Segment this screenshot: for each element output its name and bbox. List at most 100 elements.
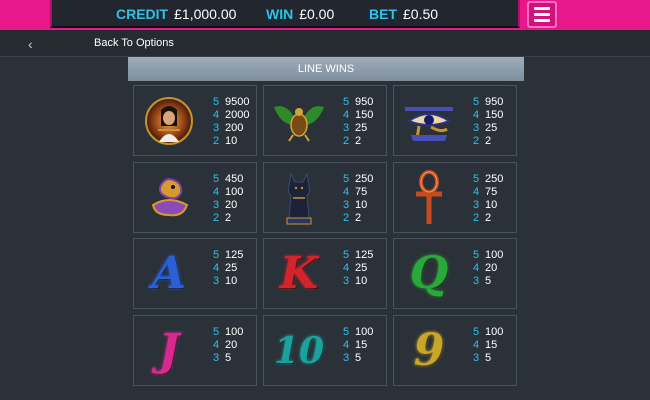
match-count: 4 — [213, 186, 220, 198]
payout-value: 20 — [485, 262, 498, 274]
payout-value: 2 — [355, 135, 362, 147]
payout-value: 100 — [485, 249, 504, 261]
win-display: WIN £0.00 — [266, 6, 334, 22]
payout-list: 5 100 4 20 3 5 — [473, 249, 503, 288]
payout-value: 250 — [355, 173, 374, 185]
payout-value: 950 — [485, 96, 504, 108]
payout-row: 35 — [343, 352, 373, 365]
payout-value: 15 — [485, 339, 498, 351]
payout-row: 5 125 — [343, 249, 373, 262]
match-count: 4 — [473, 109, 480, 121]
match-count: 5 — [473, 249, 480, 261]
match-count: 3 — [213, 122, 220, 134]
symbol-glyph: K — [279, 248, 319, 299]
match-count: 5 — [343, 326, 350, 338]
payout-list: 5 125 4 25 3 10 — [343, 249, 373, 288]
payout-value: 150 — [355, 109, 374, 121]
payout-value: 75 — [485, 186, 498, 198]
payout-value: 450 — [225, 173, 244, 185]
payout-list: 5 450 4 100 3 20 2 2 — [213, 173, 243, 225]
paytable-cell-eye-of-horus: 5 950 4 150 3 25 2 2 — [393, 85, 517, 156]
paytable-cell-cobra: 5 450 4 100 3 20 2 2 — [133, 162, 257, 233]
payout-row: 4 75 — [473, 186, 503, 199]
payout-list: 5 250 4 75 3 10 2 2 — [473, 173, 503, 225]
payout-row: 4 20 — [213, 339, 243, 352]
payout-row: 2 10 — [213, 135, 249, 148]
eye-of-horus-symbol-icon — [400, 92, 458, 150]
payout-row: 22 — [343, 135, 373, 148]
payout-row: 3 25 — [343, 122, 373, 135]
match-count: 2 — [473, 212, 480, 224]
payout-list: 5 250 4 75 3 10 2 2 — [343, 173, 373, 225]
match-count: 5 — [473, 326, 480, 338]
cleopatra-symbol-icon — [140, 92, 198, 150]
payout-value: 5 — [485, 275, 492, 287]
paytable-cell-jack: J 5 100 4 20 3 5 — [133, 315, 257, 386]
payout-value: 10 — [355, 275, 368, 287]
payout-row: 4 2000 — [213, 109, 249, 122]
paytable-cell-ankh: 5 250 4 75 3 10 2 2 — [393, 162, 517, 233]
back-to-options-link[interactable]: Back To Options — [94, 37, 174, 49]
payout-value: 2 — [225, 212, 232, 224]
symbol-glyph: Q — [409, 248, 449, 299]
match-count: 3 — [343, 275, 350, 287]
chevron-left-icon[interactable]: ‹ — [28, 36, 33, 52]
match-count: 5 — [343, 249, 350, 261]
payout-row: 3 200 — [213, 122, 249, 135]
match-count: 5 — [213, 96, 220, 108]
payout-row: 4 20 — [473, 262, 503, 275]
letter-j-symbol-icon: J — [140, 322, 198, 380]
match-count: 4 — [343, 262, 350, 274]
number-10-symbol-icon: 10 — [270, 322, 328, 380]
paytable-cell-queen: Q 5 100 4 20 3 5 — [393, 238, 517, 309]
payout-row: 5 950 — [473, 96, 503, 109]
credit-value: £1,000.00 — [174, 6, 237, 22]
payout-value: 2 — [485, 135, 492, 147]
payout-value: 200 — [225, 122, 244, 134]
payout-value: 125 — [355, 249, 374, 261]
letter-a-symbol-icon: A — [140, 245, 198, 303]
credit-display: CREDIT £1,000.00 — [116, 6, 236, 22]
match-count: 4 — [213, 262, 220, 274]
payout-row: 5 9500 — [213, 96, 249, 109]
letter-k-symbol-icon: K — [270, 245, 328, 303]
match-count: 2 — [473, 135, 480, 147]
match-count: 4 — [343, 186, 350, 198]
win-value: £0.00 — [299, 6, 335, 22]
line-wins-header: LINE WINS — [128, 57, 524, 81]
payout-row: 4 100 — [213, 186, 243, 199]
payout-value: 100 — [225, 326, 244, 338]
payout-row: 5 100 — [343, 326, 373, 339]
payout-value: 9500 — [225, 96, 250, 108]
payout-value: 5 — [355, 352, 362, 364]
payout-row: 5 250 — [343, 173, 373, 186]
match-count: 3 — [473, 275, 480, 287]
match-count: 5 — [213, 173, 220, 185]
payout-value: 125 — [225, 249, 244, 261]
payout-row: 35 — [473, 352, 503, 365]
payout-row: 22 — [213, 212, 243, 225]
payout-row: 5 250 — [473, 173, 503, 186]
payout-value: 5 — [225, 352, 232, 364]
symbol-glyph: J — [158, 325, 180, 376]
bet-label: BET — [369, 6, 397, 22]
payout-row: 5 450 — [213, 173, 243, 186]
match-count: 3 — [343, 352, 350, 364]
paytable-cell-cat: 5 250 4 75 3 10 2 2 — [263, 162, 387, 233]
match-count: 2 — [343, 212, 350, 224]
payout-value: 10 — [225, 135, 238, 147]
cat-statue-symbol-icon — [270, 169, 328, 227]
match-count: 5 — [473, 173, 480, 185]
match-count: 4 — [473, 339, 480, 351]
payout-list: 5 9500 4 2000 3 200 2 10 — [213, 96, 249, 148]
match-count: 4 — [343, 109, 350, 121]
payout-value: 250 — [485, 173, 504, 185]
payout-value: 10 — [225, 275, 238, 287]
hamburger-menu-icon[interactable] — [527, 1, 557, 28]
payout-value: 25 — [485, 122, 498, 134]
match-count: 2 — [213, 135, 220, 147]
back-bar: ‹ Back To Options — [0, 30, 650, 57]
match-count: 5 — [343, 173, 350, 185]
match-count: 5 — [473, 96, 480, 108]
paytable-cell-nine: 9 5 100 4 15 3 5 — [393, 315, 517, 386]
